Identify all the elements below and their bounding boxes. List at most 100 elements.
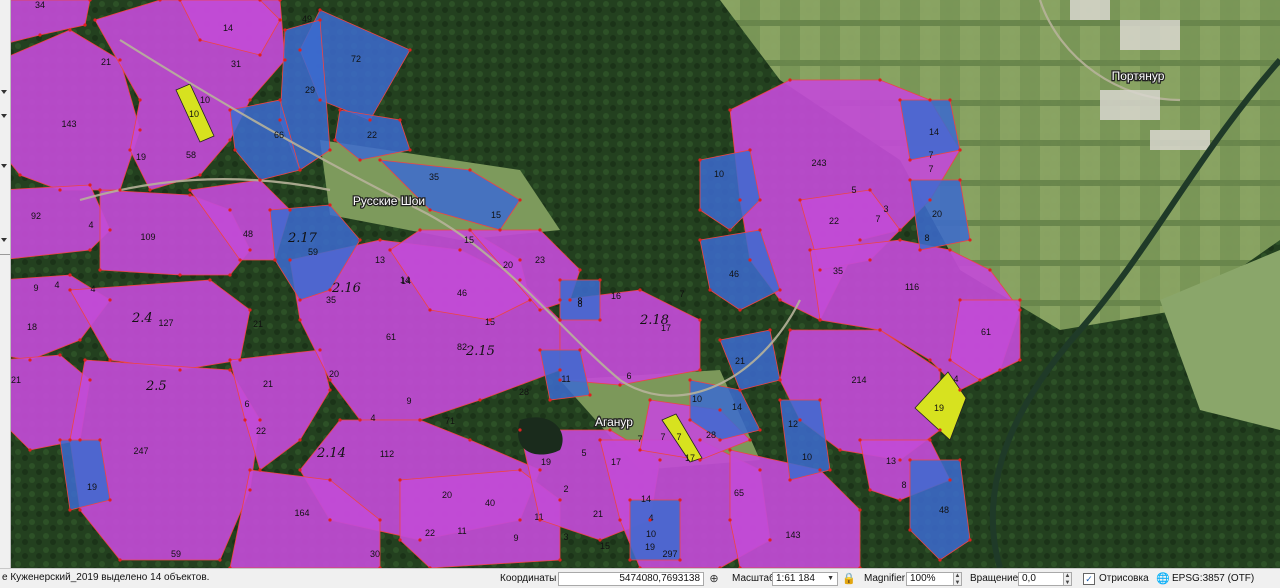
rotation-label: Вращение — [970, 573, 1019, 584]
vertex-marker — [678, 498, 682, 502]
render-checkbox[interactable]: ✓ — [1083, 572, 1095, 585]
vertex-marker — [548, 398, 552, 402]
coordinates-field[interactable]: 5474080,7693138 — [558, 571, 704, 586]
parcel-number: 16 — [611, 291, 621, 301]
vertex-marker — [418, 538, 422, 542]
vertex-marker — [728, 518, 732, 522]
parcel-number: 58 — [186, 150, 196, 160]
map-canvas[interactable]: 34 14 31 10 58 19 143 21 92 109 48 59 13 35 21 127 61 20 1… — [0, 0, 1280, 568]
vertex-marker — [618, 518, 622, 522]
parcel-number: 19 — [541, 457, 551, 467]
vertex-marker — [818, 398, 822, 402]
vertex-marker — [328, 518, 332, 522]
parcel-number: 17 — [611, 457, 621, 467]
magnifier-stepper[interactable]: ▲ ▼ — [954, 571, 962, 586]
parcel-number: 61 — [386, 332, 396, 342]
vertex-marker — [658, 458, 662, 462]
parcel-number: 7 — [928, 164, 933, 174]
vertex-marker — [898, 98, 902, 102]
crs-group[interactable]: 🌐 EPSG:3857 (OTF) — [1156, 571, 1254, 586]
vertex-marker — [398, 538, 402, 542]
parcel-number: 12 — [788, 419, 798, 429]
vertex-marker — [538, 308, 542, 312]
vertex-marker — [408, 48, 412, 52]
vertex-marker — [258, 418, 262, 422]
vertex-marker — [758, 428, 762, 432]
collapse-arrow-icon[interactable] — [1, 90, 7, 94]
vertex-marker — [868, 258, 872, 262]
left-panel-edge[interactable] — [0, 0, 11, 568]
vertex-marker — [278, 18, 282, 22]
vertex-marker — [908, 458, 912, 462]
collapse-arrow-icon[interactable] — [1, 164, 7, 168]
annotation: 2.14 — [316, 446, 346, 461]
parcel-number: 112 — [380, 449, 394, 459]
parcel-number: 5 — [581, 448, 586, 458]
crs-label[interactable]: EPSG:3857 (OTF) — [1172, 573, 1254, 584]
parcel-number: 22 — [425, 528, 435, 538]
vertex-marker — [598, 318, 602, 322]
vertex-marker — [298, 168, 302, 172]
lock-icon[interactable]: 🔒 — [842, 572, 856, 586]
vertex-marker — [83, 358, 87, 362]
vertex-marker — [138, 128, 142, 132]
vertex-marker — [748, 258, 752, 262]
scale-select[interactable]: 1:61 184 ▼ — [772, 571, 838, 586]
vertex-marker — [758, 228, 762, 232]
vertex-marker — [418, 228, 422, 232]
vertex-marker — [918, 248, 922, 252]
magnifier-value: 100% — [910, 573, 936, 584]
vertex-marker — [908, 528, 912, 532]
status-bar: е Куженерский_2019 выделено 14 объектов.… — [0, 568, 1280, 588]
vertex-marker — [118, 58, 122, 62]
magnifier-input[interactable]: 100% — [906, 571, 954, 586]
chevron-down-icon: ▼ — [827, 575, 834, 582]
vertex-marker — [708, 288, 712, 292]
vertex-marker — [228, 108, 232, 112]
vertex-marker — [283, 58, 287, 62]
vertex-marker — [68, 438, 72, 442]
parcel-number: 9 — [33, 283, 38, 293]
vertex-marker — [598, 538, 602, 542]
vertex-marker — [88, 248, 92, 252]
vertex-marker — [558, 318, 562, 322]
parcel-number: 21 — [11, 375, 21, 385]
vertex-marker — [248, 248, 252, 252]
rotation-group: Вращение — [970, 571, 1018, 586]
vertex-marker — [243, 418, 247, 422]
vertex-marker — [108, 228, 112, 232]
parcel-number: 34 — [35, 0, 45, 10]
render-group: ✓ Отрисовка — [1083, 571, 1149, 586]
rotation-stepper[interactable]: ▲ ▼ — [1064, 571, 1072, 586]
vertex-marker — [518, 428, 522, 432]
collapse-arrow-icon[interactable] — [1, 238, 7, 242]
parcel-number: 5 — [851, 185, 856, 195]
vertex-marker — [18, 173, 22, 177]
parcel-number: 4 — [54, 280, 59, 290]
mouse-pointer-icon[interactable]: ⊕ — [707, 572, 721, 586]
vertex-marker — [518, 258, 522, 262]
annotation: 2.16 — [331, 281, 361, 296]
scale-field-wrap: 1:61 184 ▼ — [772, 571, 838, 586]
collapse-arrow-icon[interactable] — [1, 114, 7, 118]
vertex-marker — [378, 238, 382, 242]
parcel-number: 48 — [939, 505, 949, 515]
annotation: 2.15 — [465, 344, 495, 359]
parcel-number: 6 — [244, 399, 249, 409]
vertex-marker — [678, 558, 682, 562]
parcel-number: 21 — [253, 319, 263, 329]
rotation-input[interactable]: 0,0 — [1018, 571, 1064, 586]
parcel-number: 14 — [929, 127, 939, 137]
vertex-marker — [248, 98, 252, 102]
vertex-marker — [538, 228, 542, 232]
vertex-marker — [868, 188, 872, 192]
vertex-marker — [228, 273, 232, 277]
vertex-marker — [268, 208, 272, 212]
vertex-marker — [618, 383, 622, 387]
vertex-marker — [68, 508, 72, 512]
parcel-number: 10 — [802, 452, 812, 462]
vertex-marker — [898, 228, 902, 232]
vertex-marker — [698, 458, 702, 462]
vertex-marker — [318, 98, 322, 102]
parcel-number: 4 — [648, 513, 653, 523]
